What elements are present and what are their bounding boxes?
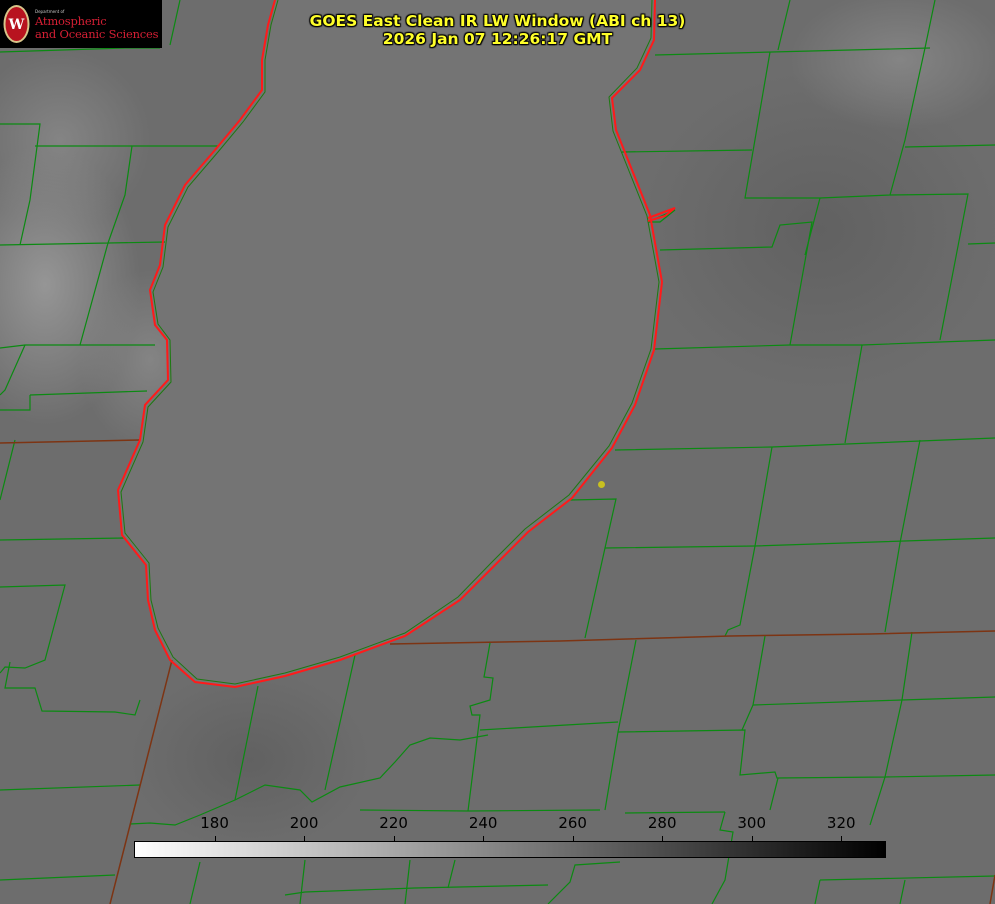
colorbar-tick-label: 320 [826, 814, 856, 832]
image-title: GOES East Clean IR LW Window (ABI ch 13) [309, 12, 686, 30]
image-timestamp: 2026 Jan 07 12:26:17 GMT [382, 30, 613, 48]
colorbar-tick [751, 836, 753, 842]
colorbar-tick [841, 836, 843, 842]
colorbar-tick [304, 836, 306, 842]
warm-region [130, 670, 370, 850]
colorbar [134, 841, 886, 858]
colorbar-tick [483, 836, 485, 842]
colorbar-tick [662, 836, 664, 842]
colorbar-tick-label: 180 [200, 814, 229, 832]
colorbar-tick [393, 836, 395, 842]
location-marker [598, 481, 605, 488]
colorbar-tick-label: 300 [737, 814, 767, 832]
colorbar-tick-label: 220 [379, 814, 408, 832]
colorbar-tick-label: 260 [558, 814, 587, 832]
colorbar-tick [214, 836, 216, 842]
colorbar-tick-label: 240 [468, 814, 498, 832]
colorbar-tick-label: 280 [647, 814, 677, 832]
satellite-map [0, 0, 995, 904]
colorbar-tick-label: 200 [289, 814, 319, 832]
colorbar-tick [572, 836, 574, 842]
